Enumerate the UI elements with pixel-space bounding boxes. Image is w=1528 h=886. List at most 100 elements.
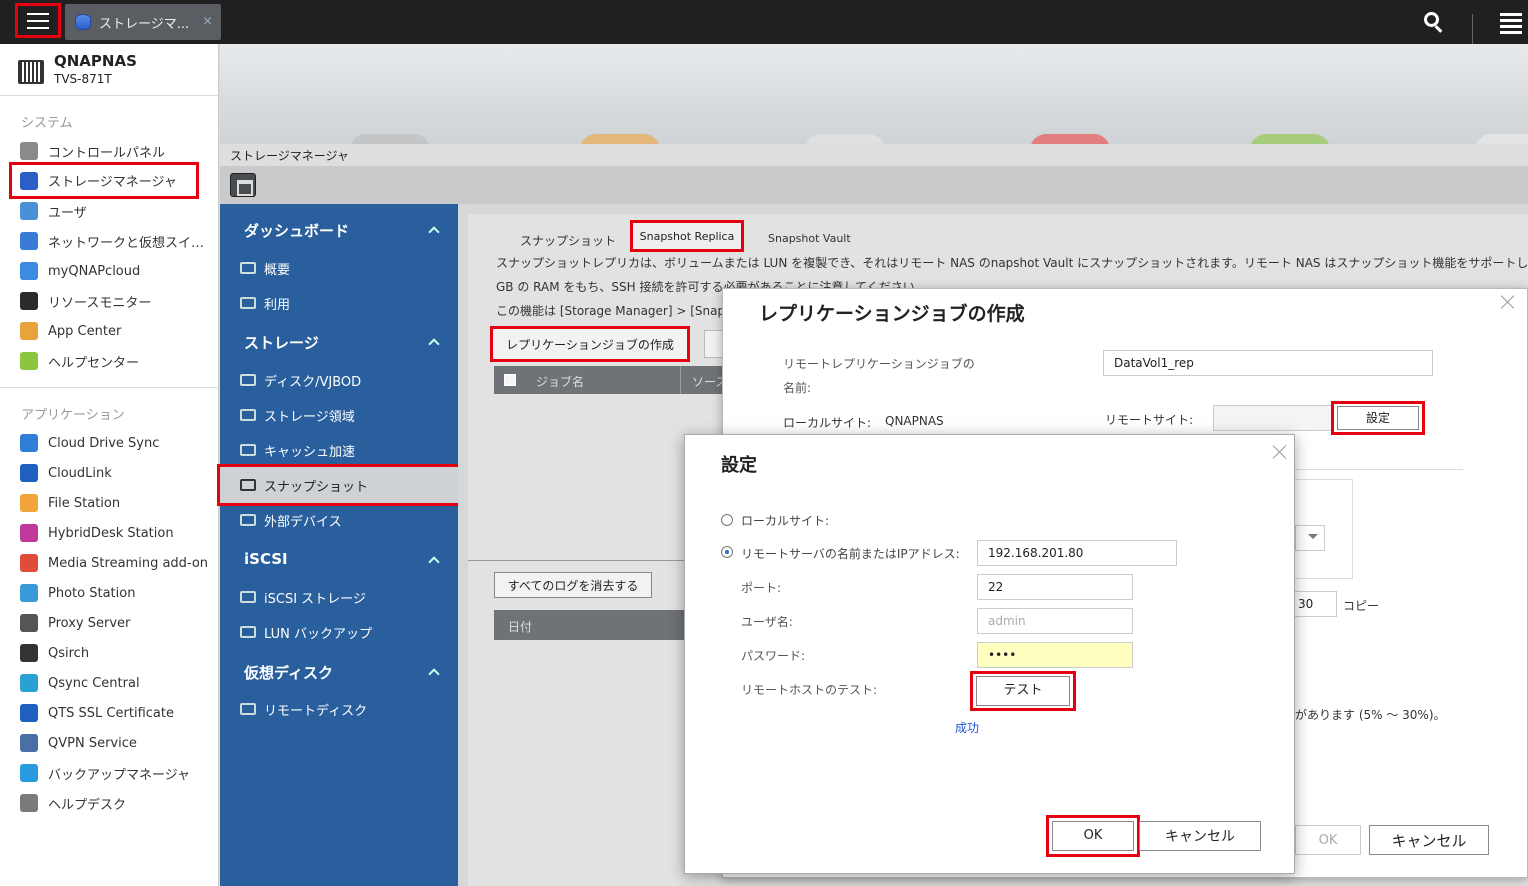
settings-button[interactable]: 設定 xyxy=(1331,401,1425,435)
sidebar-item[interactable]: File Station xyxy=(20,491,120,515)
search-icon[interactable] xyxy=(1422,10,1446,34)
nav-item-storage-space[interactable]: ストレージ領域 xyxy=(240,405,355,425)
nav-item-usage[interactable]: 利用 xyxy=(240,293,290,313)
chevron-up-icon[interactable] xyxy=(428,338,440,350)
sidebar-item[interactable]: Media Streaming add-on xyxy=(20,551,208,575)
sidebar-item-label: Media Streaming add-on xyxy=(48,555,209,571)
nav-group-iscsi[interactable]: iSCSI xyxy=(244,550,288,568)
overview-icon xyxy=(240,262,256,274)
layout-toggle-button[interactable] xyxy=(230,173,256,197)
sidebar-item-label: QTS SSL Certificate xyxy=(48,705,174,721)
sidebar-item[interactable]: リソースモニター xyxy=(20,289,151,313)
local-site-radio[interactable] xyxy=(721,514,733,526)
cancel-button[interactable]: キャンセル xyxy=(1369,825,1489,855)
sidebar-item[interactable]: HybridDesk Station xyxy=(20,521,174,545)
tab-snapshot-vault[interactable]: Snapshot Vault xyxy=(768,232,851,245)
sidebar-item-label: Qsirch xyxy=(48,645,90,661)
sidebar-item[interactable]: ユーザ xyxy=(20,199,87,223)
sidebar-item[interactable]: ヘルプデスク xyxy=(20,791,126,815)
nav-item-disks[interactable]: ディスク/VJBOD xyxy=(240,370,361,390)
remote-server-input[interactable]: 192.168.201.80 xyxy=(977,540,1177,566)
vpn-icon xyxy=(20,734,38,752)
create-replication-job-button[interactable]: レプリケーションジョブの作成 xyxy=(490,326,690,362)
sidebar-item[interactable]: コントロールパネル xyxy=(20,139,165,163)
cancel-button[interactable]: キャンセル xyxy=(1139,821,1261,851)
close-icon[interactable] xyxy=(1273,445,1287,459)
chevron-up-icon[interactable] xyxy=(428,668,440,680)
qsync-icon xyxy=(20,674,38,692)
sidebar-item[interactable]: バックアップマネージャ xyxy=(20,761,190,785)
stack-icon[interactable] xyxy=(1500,10,1522,34)
remote-site-field xyxy=(1213,405,1333,431)
nav-item-remote-disk[interactable]: リモートディスク xyxy=(240,699,367,719)
job-name-input[interactable]: DataVol1_rep xyxy=(1103,350,1433,376)
snapshot-icon xyxy=(240,479,256,491)
ok-button[interactable]: OK xyxy=(1046,815,1140,857)
local-site-label: ローカルサイト: xyxy=(741,514,830,528)
sidebar-item[interactable]: App Center xyxy=(20,319,121,343)
username-label: ユーザ名: xyxy=(741,615,793,629)
close-icon[interactable] xyxy=(1501,295,1515,309)
folder-icon xyxy=(20,494,38,512)
nav-group-storage[interactable]: ストレージ xyxy=(244,332,319,353)
storage-icon xyxy=(240,409,256,421)
percent-note: があります (5% ～ 30%)。 xyxy=(1295,708,1446,722)
username-input[interactable]: admin xyxy=(977,608,1133,634)
external-device-icon xyxy=(240,514,256,526)
nav-item-iscsi-storage[interactable]: iSCSI ストレージ xyxy=(240,587,366,607)
chevron-up-icon[interactable] xyxy=(428,226,440,238)
sidebar-item[interactable]: Cloud Drive Sync xyxy=(20,431,159,455)
select-all-checkbox[interactable] xyxy=(504,374,516,386)
sidebar-item[interactable]: CloudLink xyxy=(20,461,112,485)
media-icon xyxy=(20,554,38,572)
sidebar-item-label: ネットワークと仮想スイ… xyxy=(48,235,205,251)
sidebar-item[interactable]: ヘルプセンター xyxy=(20,349,139,373)
sidebar-item[interactable]: Proxy Server xyxy=(20,611,130,635)
window-toolbar xyxy=(220,166,1528,204)
certificate-icon xyxy=(20,704,38,722)
ok-button[interactable]: OK xyxy=(1295,825,1361,855)
column-date[interactable]: 日付 xyxy=(508,620,532,634)
sidebar-item-label: App Center xyxy=(48,323,122,339)
port-label: ポート: xyxy=(741,581,782,595)
sidebar-item-label: QVPN Service xyxy=(48,735,137,751)
chevron-up-icon[interactable] xyxy=(428,556,440,568)
tab-snapshot[interactable]: スナップショット xyxy=(520,232,616,249)
sidebar-item[interactable]: ネットワークと仮想スイ… xyxy=(20,229,204,253)
cache-icon xyxy=(240,444,256,456)
nav-item-overview[interactable]: 概要 xyxy=(240,258,290,278)
sidebar-item[interactable]: QVPN Service xyxy=(20,731,137,755)
clear-all-logs-button[interactable]: すべてのログを消去する xyxy=(494,572,652,598)
tab-snapshot-replica[interactable]: Snapshot Replica xyxy=(630,220,744,252)
close-icon[interactable]: × xyxy=(202,14,213,29)
sidebar-item[interactable]: ストレージマネージャ xyxy=(9,162,199,199)
sidebar-item[interactable]: QTS SSL Certificate xyxy=(20,701,174,725)
sidebar-item-label: ヘルプセンター xyxy=(48,355,140,371)
storage-nav: ダッシュボード 概要 利用 ストレージ ディスク/VJBOD ストレージ領域 キ… xyxy=(217,204,461,886)
nav-item-snapshot[interactable]: スナップショット xyxy=(217,464,461,506)
sidebar-item[interactable]: Photo Station xyxy=(20,581,135,605)
nav-item-external[interactable]: 外部デバイス xyxy=(240,510,342,530)
divider xyxy=(1472,14,1473,44)
nav-group-dashboard[interactable]: ダッシュボード xyxy=(244,220,349,241)
dropdown-select[interactable] xyxy=(1295,525,1325,551)
sidebar-item[interactable]: Qsirch xyxy=(20,641,89,665)
test-button[interactable]: テスト xyxy=(970,671,1076,711)
main-menu-button[interactable] xyxy=(15,3,61,38)
nav-item-lun-backup[interactable]: LUN バックアップ xyxy=(240,622,372,642)
nas-icon xyxy=(18,60,44,84)
sidebar-item[interactable]: myQNAPcloud xyxy=(20,259,140,283)
nav-item-cache[interactable]: キャッシュ加速 xyxy=(240,440,355,460)
sidebar-item[interactable]: Qsync Central xyxy=(20,671,140,695)
password-input[interactable]: •••• xyxy=(977,642,1133,668)
remote-server-radio[interactable] xyxy=(721,546,733,558)
description-text: スナップショットレプリカは、ボリュームまたは LUN を複製でき、それはリモート… xyxy=(496,256,1528,270)
hd-icon xyxy=(20,524,38,542)
device-name: QNAPNAS xyxy=(54,52,137,70)
nav-group-virtual-disk[interactable]: 仮想ディスク xyxy=(244,662,333,683)
copies-input[interactable]: 30 xyxy=(1291,591,1337,617)
app-tab-storage-manager[interactable]: ストレージマ... × xyxy=(65,4,221,40)
column-job-name[interactable]: ジョブ名 xyxy=(536,373,584,390)
gear-icon xyxy=(20,142,38,160)
port-input[interactable]: 22 xyxy=(977,574,1133,600)
